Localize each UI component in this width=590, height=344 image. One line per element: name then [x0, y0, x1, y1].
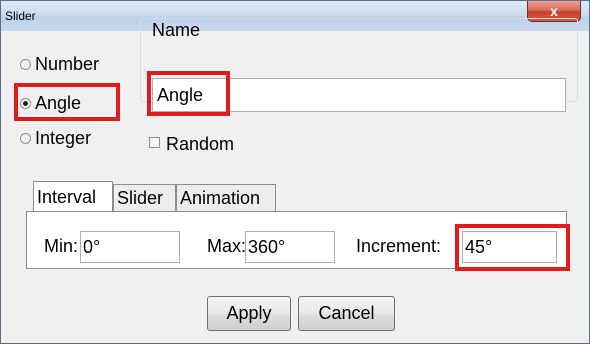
radio-number[interactable]: Number	[20, 54, 99, 75]
increment-highlight-box	[455, 224, 570, 271]
radio-integer[interactable]: Integer	[20, 128, 91, 149]
cancel-button[interactable]: Cancel	[298, 296, 395, 331]
radio-integer-label: Integer	[35, 128, 92, 148]
min-input[interactable]: 0°	[80, 231, 180, 263]
min-input-value: 0°	[83, 237, 101, 257]
radio-button-icon	[20, 133, 31, 144]
min-label: Min:	[44, 236, 79, 256]
angle-highlight-box	[14, 83, 120, 121]
window-title: Slider	[5, 9, 36, 23]
random-checkbox[interactable]	[149, 137, 160, 148]
increment-label: Increment:	[356, 236, 442, 256]
name-highlight-box	[147, 71, 230, 116]
random-label[interactable]: Random	[166, 134, 234, 155]
radio-number-label: Number	[35, 54, 100, 74]
tab-slider-label: Slider	[117, 188, 164, 208]
tab-animation-label: Animation	[180, 188, 261, 208]
tab-animation[interactable]: Animation	[176, 184, 276, 212]
apply-button[interactable]: Apply	[207, 296, 291, 331]
radio-button-icon	[20, 59, 31, 70]
tab-slider[interactable]: Slider	[113, 184, 176, 212]
max-input[interactable]: 360°	[245, 231, 335, 263]
tab-interval[interactable]: Interval	[33, 181, 113, 212]
max-input-value: 360°	[248, 237, 286, 257]
name-label: Name	[152, 20, 201, 40]
tab-interval-label: Interval	[37, 187, 97, 207]
close-icon: x	[550, 3, 558, 19]
max-label: Max:	[207, 236, 247, 256]
